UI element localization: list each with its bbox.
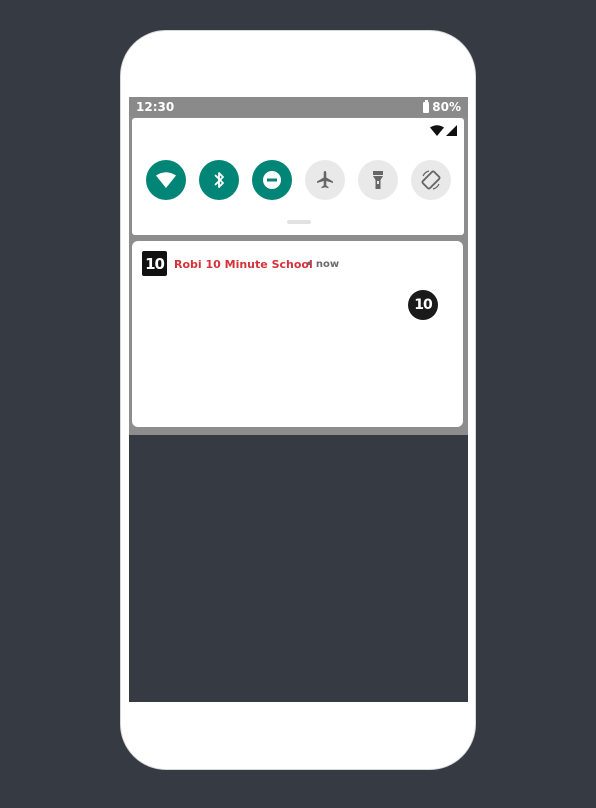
large-icon-text: 10 <box>414 297 433 313</box>
do-not-disturb-icon <box>263 171 281 189</box>
battery-indicator: 80% <box>423 99 461 114</box>
app-icon-text: 10 <box>145 254 165 273</box>
notification-card[interactable]: 10 Robi 10 Minute School • now 10 <box>132 241 463 427</box>
notification-shade: 10 Robi 10 Minute School • now 10 <box>129 117 468 435</box>
status-bar: 12:30 80% <box>129 97 468 117</box>
drag-handle[interactable] <box>287 220 311 224</box>
wifi-icon <box>156 172 176 188</box>
cellular-signal-icon <box>446 125 457 136</box>
flashlight-tile[interactable] <box>358 160 398 200</box>
app-icon: 10 <box>142 251 167 276</box>
quick-settings-panel <box>132 118 464 235</box>
battery-level: 80% <box>432 100 461 114</box>
status-time: 12:30 <box>136 100 175 114</box>
notification-large-icon: 10 <box>408 290 438 320</box>
flashlight-icon <box>373 171 383 189</box>
notification-time: • now <box>306 259 340 270</box>
signal-indicators <box>430 125 457 136</box>
do-not-disturb-tile[interactable] <box>252 160 292 200</box>
bluetooth-tile[interactable] <box>199 160 239 200</box>
auto-rotate-tile[interactable] <box>411 160 451 200</box>
auto-rotate-icon <box>421 170 441 190</box>
airplane-icon <box>317 171 333 189</box>
wifi-tile[interactable] <box>146 160 186 200</box>
wifi-signal-icon <box>430 125 444 136</box>
quick-settings-tiles <box>146 160 451 200</box>
notification-app-name: Robi 10 Minute School <box>174 258 313 271</box>
airplane-mode-tile[interactable] <box>305 160 345 200</box>
device-screen: 12:30 80% 10 Robi 10 Minute School • now… <box>129 97 468 702</box>
bluetooth-icon <box>214 172 224 188</box>
battery-icon <box>423 99 430 113</box>
